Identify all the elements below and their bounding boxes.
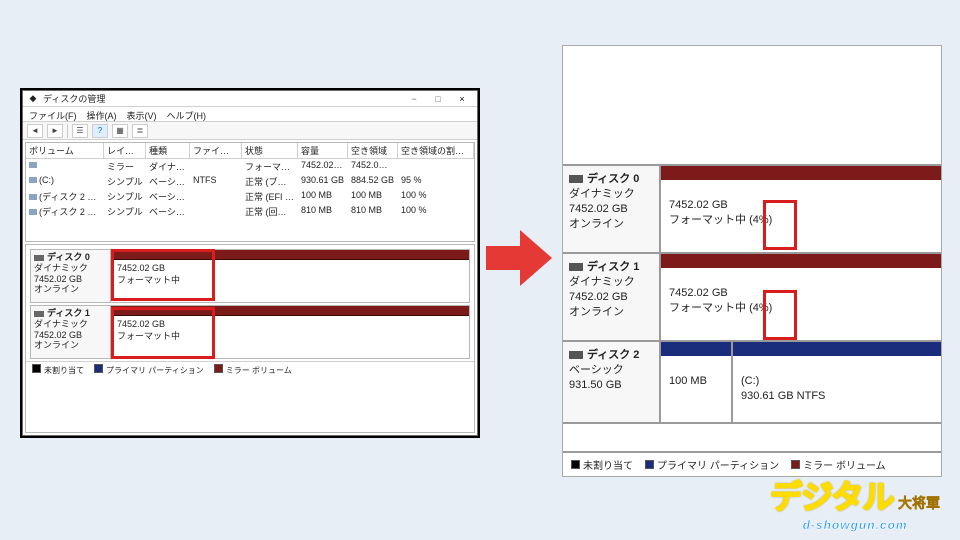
disk-label-right: ディスク 2ベーシック931.50 GB (563, 342, 661, 422)
refresh-button[interactable]: ☰ (72, 124, 88, 138)
partition-right[interactable]: 7452.02 GBフォーマット中 (4%) (661, 166, 941, 252)
close-button[interactable]: × (451, 94, 473, 104)
col-kind[interactable]: 種類 (146, 143, 190, 158)
disk-label: ディスク 0ダイナミック7452.02 GBオンライン (31, 250, 111, 302)
partition-right[interactable]: 100 MB (661, 342, 731, 422)
disk-row-right[interactable]: ディスク 1ダイナミック7452.02 GBオンライン7452.02 GBフォー… (563, 252, 941, 342)
separator (67, 124, 68, 138)
window-title: ディスクの管理 (43, 92, 403, 105)
back-button[interactable]: ◄ (27, 124, 43, 138)
drive-icon (569, 175, 583, 183)
col-free[interactable]: 空き領域 (348, 143, 398, 158)
legend-unalloc-r: 未割り当て (571, 457, 633, 472)
maximize-button[interactable]: □ (427, 94, 449, 104)
volume-table-header: ボリューム レイアウト 種類 ファイルシステム 状態 容量 空き領域 空き領域の… (26, 143, 474, 159)
volume-table: ボリューム レイアウト 種類 ファイルシステム 状態 容量 空き領域 空き領域の… (25, 142, 475, 242)
drive-icon (569, 351, 583, 359)
screenshot-left: ◆ ディスクの管理 − □ × ファイル(F) 操作(A) 表示(V) ヘルプ(… (20, 88, 480, 438)
col-status[interactable]: 状態 (242, 143, 298, 158)
help-button[interactable]: ? (92, 124, 108, 138)
screenshot-right: ディスク 0ダイナミック7452.02 GBオンライン7452.02 GBフォー… (562, 45, 942, 477)
legend-primary-r: プライマリ パーティション (645, 457, 779, 472)
disk-label-right: ディスク 1ダイナミック7452.02 GBオンライン (563, 254, 661, 340)
logo-main: デジタル (770, 479, 893, 515)
menu-file[interactable]: ファイル(F) (29, 109, 77, 119)
partition-right[interactable]: 7452.02 GBフォーマット中 (4%) (661, 254, 941, 340)
toolbar: ◄ ► ☰ ? ▦ ≣ (23, 122, 477, 140)
partition-right[interactable]: (C:)930.61 GB NTFS (731, 342, 941, 422)
partition[interactable]: 7452.02 GBフォーマット中 (111, 306, 469, 358)
volume-row[interactable]: (ディスク 2 パーティシ…シンプルベーシック正常 (回復…810 MB810 … (26, 204, 474, 219)
legend-primary: プライマリ パーティション (94, 364, 204, 376)
legend-mirror: ミラー ボリューム (214, 364, 292, 376)
drive-icon (569, 263, 583, 271)
disk-row-right[interactable]: ディスク 2ベーシック931.50 GB100 MB(C:)930.61 GB … (563, 340, 941, 424)
legend-mirror-r: ミラー ボリューム (791, 457, 885, 472)
volume-row[interactable]: (C:)シンプルベーシックNTFS正常 (ブート…930.61 GB884.52… (26, 174, 474, 189)
menu-help[interactable]: ヘルプ(H) (167, 109, 207, 119)
site-logo: デジタル 大将軍 d-showgun.com (770, 472, 940, 532)
col-ratio[interactable]: 空き領域の割… (398, 143, 474, 158)
col-layout[interactable]: レイアウト (104, 143, 146, 158)
disk-row-right[interactable]: ディスク 0ダイナミック7452.02 GBオンライン7452.02 GBフォー… (563, 164, 941, 254)
volume-row[interactable]: ミラーダイナミックフォーマット中7452.02 GB7452.0… (26, 159, 474, 174)
logo-url: d-showgun.com (770, 518, 940, 532)
disk-label-right: ディスク 0ダイナミック7452.02 GBオンライン (563, 166, 661, 252)
app-icon: ◆ (27, 93, 39, 105)
forward-button[interactable]: ► (47, 124, 63, 138)
titlebar: ◆ ディスクの管理 − □ × (23, 91, 477, 107)
list-button[interactable]: ≣ (132, 124, 148, 138)
disk-row[interactable]: ディスク 0ダイナミック7452.02 GBオンライン7452.02 GBフォー… (30, 249, 470, 303)
menubar: ファイル(F) 操作(A) 表示(V) ヘルプ(H) (23, 107, 477, 122)
disk-management-window: ◆ ディスクの管理 − □ × ファイル(F) 操作(A) 表示(V) ヘルプ(… (22, 90, 478, 436)
col-capacity[interactable]: 容量 (298, 143, 348, 158)
menu-view[interactable]: 表示(V) (127, 109, 157, 119)
col-volume[interactable]: ボリューム (26, 143, 104, 158)
view-button[interactable]: ▦ (112, 124, 128, 138)
logo-kanji: 大将軍 (898, 495, 940, 511)
legend-unalloc: 未割り当て (32, 364, 84, 376)
partition[interactable]: 7452.02 GBフォーマット中 (111, 250, 469, 302)
volume-row[interactable]: (ディスク 2 パーティシ…シンプルベーシック正常 (EFI …100 MB10… (26, 189, 474, 204)
menu-action[interactable]: 操作(A) (87, 109, 117, 119)
legend-left: 未割り当て プライマリ パーティション ミラー ボリューム (26, 361, 474, 378)
col-fs[interactable]: ファイルシステム (190, 143, 242, 158)
disk-row[interactable]: ディスク 1ダイナミック7452.02 GBオンライン7452.02 GBフォー… (30, 305, 470, 359)
minimize-button[interactable]: − (403, 94, 425, 104)
arrow-icon (486, 230, 556, 286)
disk-pane-left: ディスク 0ダイナミック7452.02 GBオンライン7452.02 GBフォー… (25, 244, 475, 433)
disk-label: ディスク 1ダイナミック7452.02 GBオンライン (31, 306, 111, 358)
